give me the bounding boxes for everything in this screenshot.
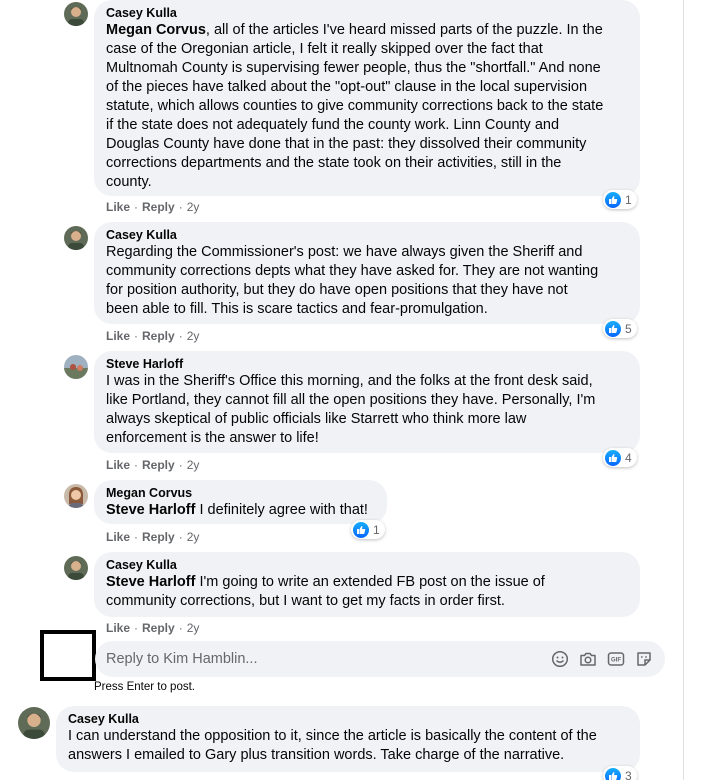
- timestamp[interactable]: 2y: [187, 329, 200, 343]
- comment-author[interactable]: Steve Harloff: [106, 356, 628, 372]
- comment-author[interactable]: Casey Kulla: [68, 711, 628, 727]
- reaction-count[interactable]: 1: [603, 190, 637, 209]
- timestamp[interactable]: 2y: [187, 200, 200, 214]
- comment-text: I can understand the opposition to it, s…: [68, 728, 597, 763]
- comment-bubble: Casey Kulla Steve Harloff I'm going to w…: [94, 552, 640, 617]
- like-icon: [353, 521, 369, 538]
- like-button[interactable]: Like: [106, 329, 130, 343]
- comment-author[interactable]: Casey Kulla: [106, 557, 628, 573]
- comment-text: I was in the Sheriff's Office this morni…: [106, 373, 596, 446]
- mention-link[interactable]: Steve Harloff: [106, 502, 195, 518]
- comment-text: Megan Corvus, all of the articles I've h…: [106, 22, 604, 190]
- reply-hint: Press Enter to post.: [94, 681, 195, 693]
- avatar[interactable]: [18, 707, 50, 739]
- comment-bubble: Casey Kulla Regarding the Commissioner's…: [94, 222, 640, 324]
- comment-actions: Like · Reply · 2y: [106, 458, 200, 472]
- reply-placeholder: Reply to Kim Hamblin...: [106, 651, 258, 667]
- timestamp[interactable]: 2y: [187, 621, 200, 635]
- camera-icon[interactable]: [578, 649, 598, 669]
- avatar[interactable]: [64, 226, 88, 250]
- like-button[interactable]: Like: [106, 200, 130, 214]
- comment-text: Regarding the Commissioner's post: we ha…: [106, 244, 599, 317]
- comment-bubble: Steve Harloff I was in the Sheriff's Off…: [94, 351, 640, 453]
- like-icon: [605, 320, 621, 337]
- like-icon: [605, 449, 621, 466]
- reply-button[interactable]: Reply: [142, 329, 175, 343]
- reply-input[interactable]: Reply to Kim Hamblin... GIF: [95, 641, 665, 677]
- mention-link[interactable]: Steve Harloff: [106, 574, 195, 590]
- like-icon: [605, 767, 621, 780]
- like-icon: [605, 191, 621, 208]
- reply-button[interactable]: Reply: [142, 530, 175, 544]
- reply-button[interactable]: Reply: [142, 200, 175, 214]
- avatar[interactable]: [64, 556, 88, 580]
- timestamp[interactable]: 2y: [187, 458, 200, 472]
- reply-button[interactable]: Reply: [142, 458, 175, 472]
- avatar[interactable]: [64, 484, 88, 508]
- like-button[interactable]: Like: [106, 621, 130, 635]
- reply-avatar-placeholder: [40, 630, 96, 681]
- mention-link[interactable]: Megan Corvus: [106, 22, 206, 38]
- emoji-icon[interactable]: [550, 649, 570, 669]
- reaction-count[interactable]: 1: [351, 520, 385, 539]
- reply-toolbar: GIF: [550, 649, 654, 669]
- comment-author[interactable]: Casey Kulla: [106, 5, 628, 21]
- comment-bubble: Megan Corvus Steve Harloff I definitely …: [94, 480, 387, 524]
- comment-bubble: Casey Kulla Megan Corvus, all of the art…: [94, 0, 640, 196]
- scroll-divider: [683, 0, 684, 780]
- comment-bubble: Casey Kulla I can understand the opposit…: [56, 706, 640, 772]
- like-button[interactable]: Like: [106, 458, 130, 472]
- avatar[interactable]: [64, 355, 88, 379]
- timestamp[interactable]: 2y: [187, 530, 200, 544]
- comment-actions: Like · Reply · 2y: [106, 621, 200, 635]
- comment-text: Steve Harloff I'm going to write an exte…: [106, 574, 545, 609]
- sticker-icon[interactable]: [634, 649, 654, 669]
- comment-author[interactable]: Casey Kulla: [106, 227, 628, 243]
- avatar[interactable]: [64, 2, 88, 26]
- comment-actions: Like · Reply · 2y: [106, 329, 200, 343]
- comment-actions: Like · Reply · 2y: [106, 200, 200, 214]
- reply-button[interactable]: Reply: [142, 621, 175, 635]
- svg-text:GIF: GIF: [611, 658, 621, 664]
- gif-icon[interactable]: GIF: [606, 649, 626, 669]
- reaction-count[interactable]: 4: [603, 448, 637, 467]
- reaction-count[interactable]: 3: [603, 766, 637, 780]
- comment-author[interactable]: Megan Corvus: [106, 485, 375, 501]
- like-button[interactable]: Like: [106, 530, 130, 544]
- comment-actions: Like · Reply · 2y: [106, 530, 200, 544]
- comment-text: Steve Harloff I definitely agree with th…: [106, 502, 368, 518]
- reaction-count[interactable]: 5: [603, 319, 637, 338]
